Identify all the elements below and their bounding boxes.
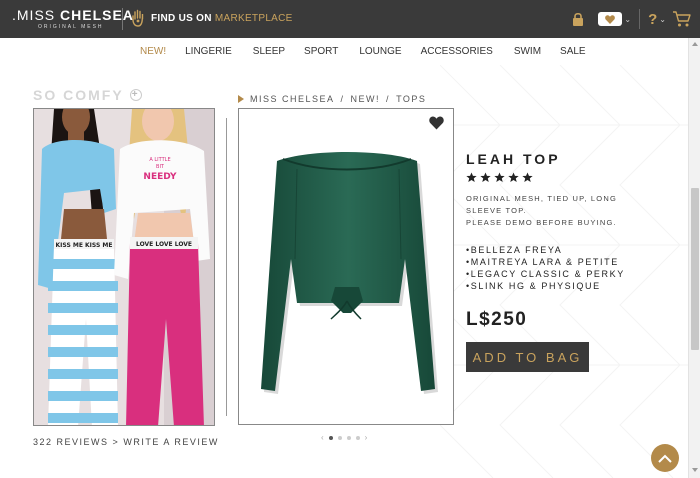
star-icon[interactable] <box>466 172 477 183</box>
breadcrumb-separator: / <box>386 94 391 104</box>
wishlist-button[interactable] <box>598 12 623 26</box>
find-us-label: FIND US ON <box>151 12 212 24</box>
star-icon[interactable] <box>494 172 505 183</box>
nav-item-sport[interactable]: SPORT <box>304 46 338 57</box>
description-line: ORIGINAL MESH, TIED UP, LONG <box>466 194 617 203</box>
nav-item-lounge[interactable]: LOUNGE <box>359 46 401 57</box>
reviews-count[interactable]: 322 REVIEWS <box>33 437 109 447</box>
star-icon[interactable] <box>480 172 491 183</box>
compatibility-item: •LEGACY CLASSIC & PERKY <box>466 269 625 279</box>
chevron-down-icon[interactable]: ⌄ <box>624 15 631 24</box>
product-title: LEAH TOP <box>466 151 561 167</box>
collection-image[interactable]: A LITTLE BIT NEEDY KISS ME KISS ME LOVE … <box>33 108 215 426</box>
pane-divider <box>226 118 227 416</box>
chevron-up-icon <box>658 454 672 463</box>
nav-item-sale[interactable]: SALE <box>560 46 586 57</box>
compatibility-list: •BELLEZA FREYA •MAITREYA LARA & PETITE •LE… <box>466 244 625 292</box>
star-rating[interactable] <box>466 172 533 183</box>
header-icons: ⌄ ? ⌄ <box>572 8 692 30</box>
collection-title[interactable]: SO COMFY + <box>33 87 142 103</box>
top-bar: .MISS CHELSEA ORIGINAL MESH FIND US ON M… <box>0 0 700 38</box>
carousel-dot[interactable] <box>346 436 351 440</box>
main-nav: NEW! LINGERIE SLEEP SPORT LOUNGE ACCESSORIES S… <box>0 38 700 65</box>
collection-title-text: SO COMFY <box>33 87 124 103</box>
nav-item-new[interactable]: NEW! <box>140 46 166 57</box>
find-us-text: FIND US ON MARKETPLACE <box>151 13 293 24</box>
nav-item-swim[interactable]: SWIM <box>514 46 541 57</box>
carousel-prev-icon[interactable]: ‹ <box>321 434 324 442</box>
scroll-down-arrow-icon[interactable] <box>692 468 698 472</box>
description-line: PLEASE DEMO BEFORE BUYING. <box>466 218 617 227</box>
shirt-text-3: NEEDY <box>143 172 177 182</box>
nav-item-lingerie[interactable]: LINGERIE <box>185 46 232 57</box>
cart-icon[interactable] <box>672 10 692 28</box>
waistband-text-1: KISS ME KISS ME <box>56 242 113 249</box>
scrollbar-thumb[interactable] <box>691 188 699 350</box>
nav-item-accessories[interactable]: ACCESSORIES <box>421 46 493 57</box>
help-icon[interactable]: ? <box>648 11 657 28</box>
product-description: ORIGINAL MESH, TIED UP, LONG SLEEVE TOP.… <box>466 193 636 229</box>
breadcrumb-item-new[interactable]: NEW! <box>351 94 381 104</box>
carousel-dot[interactable] <box>337 436 342 440</box>
models-illustration: A LITTLE BIT NEEDY KISS ME KISS ME LOVE … <box>34 109 214 425</box>
reviews-separator: > <box>112 437 120 447</box>
brand-logo[interactable]: .MISS CHELSEA ORIGINAL MESH <box>12 8 134 30</box>
shirt-text-1: A LITTLE <box>149 157 170 163</box>
expand-icon[interactable]: + <box>129 89 142 101</box>
leah-top-illustration <box>261 152 438 394</box>
brand-name: .MISS CHELSEA <box>12 8 134 22</box>
compatibility-item: •SLINK HG & PHYSIQUE <box>466 281 601 291</box>
shirt-text-2: BIT <box>156 164 165 170</box>
help-chevron-down-icon[interactable]: ⌄ <box>659 15 666 24</box>
brand-miss: .MISS <box>12 7 56 23</box>
carousel-dots: ‹ › <box>321 434 367 442</box>
product-image[interactable] <box>238 108 454 425</box>
breadcrumb-arrow-icon <box>238 95 244 103</box>
marketplace-label[interactable]: MARKETPLACE <box>215 13 293 24</box>
nav-item-sleep[interactable]: SLEEP <box>253 46 285 57</box>
compatibility-item: •BELLEZA FREYA <box>466 245 563 255</box>
breadcrumb-item-tops[interactable]: TOPS <box>396 94 426 104</box>
marketplace-link[interactable]: FIND US ON MARKETPLACE <box>131 9 293 27</box>
carousel-dot[interactable] <box>328 436 333 440</box>
scroll-up-arrow-icon[interactable] <box>692 42 698 46</box>
brand-tagline: ORIGINAL MESH <box>38 24 104 30</box>
page-scrollbar[interactable] <box>688 38 700 478</box>
breadcrumb-item-brand[interactable]: MISS CHELSEA <box>250 94 335 104</box>
back-to-top-button[interactable] <box>651 444 679 472</box>
nav-items: NEW! LINGERIE SLEEP SPORT LOUNGE ACCESSORIES S… <box>140 46 586 57</box>
carousel-next-icon[interactable]: › <box>365 434 368 442</box>
star-icon[interactable] <box>508 172 519 183</box>
breadcrumb: MISS CHELSEA / NEW! / TOPS <box>238 94 426 104</box>
header-divider <box>122 8 123 30</box>
compatibility-item: •MAITREYA LARA & PETITE <box>466 257 619 267</box>
carousel-dot[interactable] <box>355 436 360 440</box>
star-icon[interactable] <box>522 172 533 183</box>
description-line: SLEEVE TOP. <box>466 206 527 215</box>
heart-icon <box>605 14 616 24</box>
product-price: L$250 <box>466 309 528 330</box>
lock-icon[interactable] <box>572 12 584 26</box>
hand-icon <box>132 9 144 27</box>
reviews-bar: 322 REVIEWS > WRITE A REVIEW <box>33 437 219 447</box>
add-to-bag-button[interactable]: ADD TO BAG <box>466 342 589 372</box>
write-review-link[interactable]: WRITE A REVIEW <box>123 437 219 447</box>
favorite-heart-icon[interactable] <box>429 116 444 130</box>
breadcrumb-separator: / <box>340 94 345 104</box>
waistband-text-2: LOVE LOVE LOVE <box>136 241 192 248</box>
header-separator <box>639 9 641 29</box>
